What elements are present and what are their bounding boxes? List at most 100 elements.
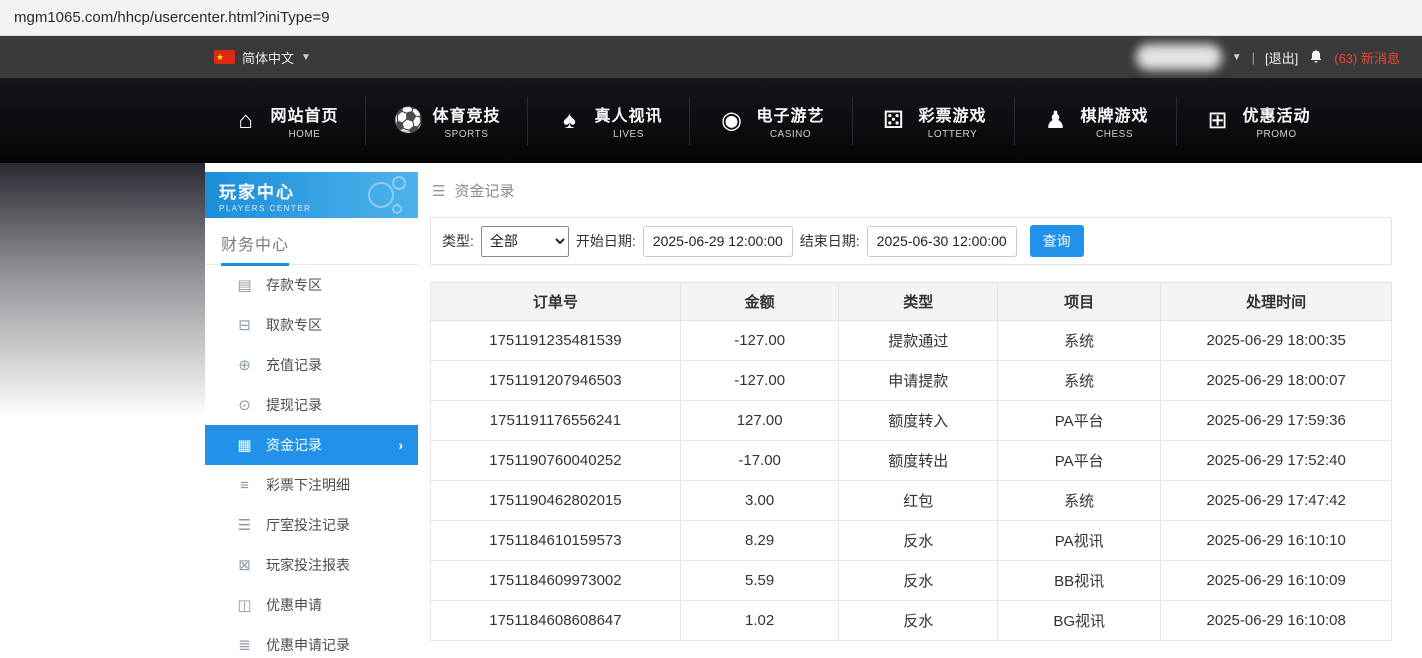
start-date-input[interactable] bbox=[643, 226, 793, 257]
cards-icon: ♠ bbox=[555, 109, 583, 133]
start-date-label: 开始日期: bbox=[576, 231, 636, 251]
table-row: 1751191207946503-127.00申请提款系统2025-06-29 … bbox=[431, 361, 1392, 401]
nav-item-chess[interactable]: ♟ 棋牌游戏 CHESS bbox=[1015, 91, 1176, 151]
gift-icon: ⊞ bbox=[1204, 109, 1232, 133]
breadcrumb-label: 资金记录 bbox=[454, 180, 514, 201]
browser-address-bar[interactable]: mgm1065.com/hhcp/usercenter.html?iniType… bbox=[0, 0, 1422, 36]
withdraw-icon: ⊟ bbox=[236, 316, 253, 334]
left-gradient-decoration bbox=[0, 163, 205, 463]
username-redacted bbox=[1136, 44, 1222, 70]
nav-label: 棋牌游戏 bbox=[1081, 102, 1149, 126]
language-label: 简体中文 bbox=[242, 48, 294, 67]
table-row: 1751190760040252-17.00额度转出PA平台2025-06-29… bbox=[431, 441, 1392, 481]
sidebar-item-player-bet-report[interactable]: ⊠ 玩家投注报表 bbox=[205, 545, 418, 585]
table-cell: 申请提款 bbox=[839, 361, 998, 401]
table-cell: BB视讯 bbox=[997, 561, 1160, 601]
table-cell: 2025-06-29 17:52:40 bbox=[1161, 441, 1392, 481]
nav-item-lottery[interactable]: ⚄ 彩票游戏 LOTTERY bbox=[853, 91, 1014, 151]
sidebar-item-funds-record[interactable]: ▦ 资金记录 › bbox=[205, 425, 418, 465]
table-cell: 2025-06-29 16:10:10 bbox=[1161, 521, 1392, 561]
table-row: 1751191176556241127.00额度转入PA平台2025-06-29… bbox=[431, 401, 1392, 441]
sidebar-item-recharge-record[interactable]: ⊕ 充值记录 bbox=[205, 345, 418, 385]
nav-item-lives[interactable]: ♠ 真人视讯 LIVES bbox=[528, 91, 689, 151]
nav-sublabel: HOME bbox=[288, 129, 320, 140]
table-body: 1751191235481539-127.00提款通过系统2025-06-29 … bbox=[431, 321, 1392, 641]
gamepad-decoration-icon bbox=[368, 176, 408, 216]
nav-item-casino[interactable]: ◉ 电子游艺 CASINO bbox=[690, 91, 851, 151]
nav-item-sports[interactable]: ⚽ 体育竞技 SPORTS bbox=[366, 91, 527, 151]
dice-icon: ⚄ bbox=[880, 109, 908, 133]
recharge-icon: ⊕ bbox=[236, 356, 253, 374]
sidebar-item-lottery-bet-detail[interactable]: ≡ 彩票下注明细 bbox=[205, 465, 418, 505]
nav-item-home[interactable]: ⌂ 网站首页 HOME bbox=[204, 91, 365, 151]
table-cell: 5.59 bbox=[680, 561, 839, 601]
table-cell: 提款通过 bbox=[839, 321, 998, 361]
nav-label: 真人视讯 bbox=[594, 102, 662, 126]
table-cell: 系统 bbox=[997, 361, 1160, 401]
type-filter-select[interactable]: 全部 bbox=[481, 226, 569, 257]
table-cell: 1.02 bbox=[680, 601, 839, 641]
end-date-input[interactable] bbox=[867, 226, 1017, 257]
sidebar-item-label: 厅室投注记录 bbox=[266, 515, 350, 535]
table-cell: 系统 bbox=[997, 321, 1160, 361]
sidebar-item-deposit-zone[interactable]: ▤ 存款专区 bbox=[205, 265, 418, 305]
nav-label: 优惠活动 bbox=[1243, 102, 1311, 126]
page-body: 玩家中心 PLAYERS CENTER 财务中心 ▤ 存款专区 ⊟ 取款专区 ⊕… bbox=[0, 163, 1422, 658]
new-messages-link[interactable]: (63) 新消息 bbox=[1334, 48, 1400, 67]
table-cell: 1751190760040252 bbox=[431, 441, 681, 481]
table-cell: 额度转出 bbox=[839, 441, 998, 481]
sidebar-item-withdraw-record[interactable]: ⊙ 提现记录 bbox=[205, 385, 418, 425]
breadcrumb: ☰ 资金记录 bbox=[432, 180, 1392, 201]
sidebar-item-label: 提现记录 bbox=[266, 395, 322, 415]
table-cell: 1751184610159573 bbox=[431, 521, 681, 561]
chevron-right-icon: › bbox=[398, 437, 403, 453]
table-cell: 2025-06-29 16:10:09 bbox=[1161, 561, 1392, 601]
report-icon: ⊠ bbox=[236, 556, 253, 574]
promo-apply-icon: ◫ bbox=[236, 596, 253, 614]
table-cell: -127.00 bbox=[680, 361, 839, 401]
sidebar-item-room-bet-record[interactable]: ☰ 厅室投注记录 bbox=[205, 505, 418, 545]
table-cell: -127.00 bbox=[680, 321, 839, 361]
home-icon: ⌂ bbox=[231, 109, 259, 133]
language-selector[interactable]: ★ 简体中文 ▼ bbox=[214, 48, 311, 67]
nav-sublabel: PROMO bbox=[1256, 129, 1296, 140]
deposit-icon: ▤ bbox=[236, 276, 253, 294]
nav-item-promo[interactable]: ⊞ 优惠活动 PROMO bbox=[1177, 91, 1338, 151]
table-row: 17511846099730025.59反水BB视讯2025-06-29 16:… bbox=[431, 561, 1392, 601]
nav-sublabel: SPORTS bbox=[444, 129, 488, 140]
table-row: 1751191235481539-127.00提款通过系统2025-06-29 … bbox=[431, 321, 1392, 361]
sidebar-item-promo-apply[interactable]: ◫ 优惠申请 bbox=[205, 585, 418, 625]
table-cell: 1751191176556241 bbox=[431, 401, 681, 441]
sidebar-item-label: 取款专区 bbox=[266, 315, 322, 335]
main-nav: ⌂ 网站首页 HOME ⚽ 体育竞技 SPORTS ♠ 真人视讯 LIVES ◉… bbox=[0, 78, 1422, 163]
table-cell: 2025-06-29 17:59:36 bbox=[1161, 401, 1392, 441]
sidebar-header: 玩家中心 PLAYERS CENTER bbox=[205, 172, 418, 218]
sidebar-item-label: 优惠申请记录 bbox=[266, 635, 350, 655]
logout-link[interactable]: [退出] bbox=[1265, 48, 1298, 67]
sidebar: 玩家中心 PLAYERS CENTER 财务中心 ▤ 存款专区 ⊟ 取款专区 ⊕… bbox=[205, 172, 418, 658]
money-record-icon: ▦ bbox=[236, 436, 253, 454]
table-cell: 1751191207946503 bbox=[431, 361, 681, 401]
user-chevron-down-icon[interactable]: ▼ bbox=[1232, 52, 1242, 63]
table-row: 17511846101595738.29反水PA视讯2025-06-29 16:… bbox=[431, 521, 1392, 561]
bell-icon[interactable] bbox=[1308, 49, 1324, 65]
table-cell: 127.00 bbox=[680, 401, 839, 441]
table-cell: 1751184608608647 bbox=[431, 601, 681, 641]
search-button[interactable]: 查询 bbox=[1030, 225, 1084, 257]
table-cell: BG视讯 bbox=[997, 601, 1160, 641]
nav-label: 电子游艺 bbox=[756, 102, 824, 126]
table-cell: 2025-06-29 16:10:08 bbox=[1161, 601, 1392, 641]
end-date-label: 结束日期: bbox=[800, 231, 860, 251]
type-filter-label: 类型: bbox=[442, 231, 474, 251]
table-cell: 1751184609973002 bbox=[431, 561, 681, 601]
table-cell: PA平台 bbox=[997, 441, 1160, 481]
sidebar-item-promo-apply-record[interactable]: ≣ 优惠申请记录 bbox=[205, 625, 418, 658]
sidebar-item-withdraw-zone[interactable]: ⊟ 取款专区 bbox=[205, 305, 418, 345]
table-cell: 3.00 bbox=[680, 481, 839, 521]
sidebar-item-label: 彩票下注明细 bbox=[266, 475, 350, 495]
table-cell: 2025-06-29 18:00:35 bbox=[1161, 321, 1392, 361]
divider: | bbox=[1252, 50, 1255, 65]
sports-icon: ⚽ bbox=[393, 109, 421, 133]
menu-icon: ☰ bbox=[432, 182, 445, 200]
table-cell: 反水 bbox=[839, 601, 998, 641]
